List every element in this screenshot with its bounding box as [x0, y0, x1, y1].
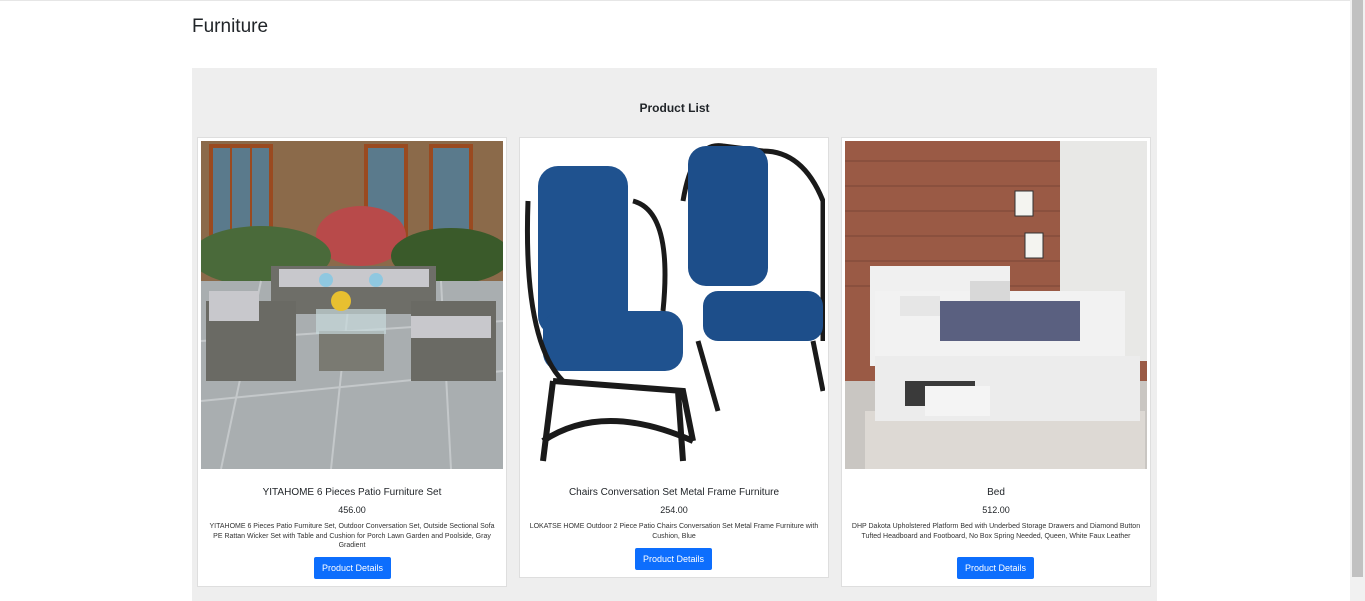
product-price: 254.00 [660, 505, 688, 515]
product-name: Bed [987, 487, 1005, 498]
blue-rocking-chairs-image [523, 141, 825, 469]
product-details-button[interactable]: Product Details [635, 548, 713, 570]
product-name: Chairs Conversation Set Metal Frame Furn… [568, 487, 780, 498]
product-price: 512.00 [982, 505, 1010, 515]
patio-furniture-image [201, 141, 503, 469]
product-description: YITAHOME 6 Pieces Patio Furniture Set, O… [209, 523, 495, 549]
product-name: YITAHOME 6 Pieces Patio Furniture Set [262, 487, 442, 498]
vertical-scrollbar[interactable] [1350, 0, 1365, 601]
scrollbar-thumb[interactable] [1352, 0, 1363, 577]
product-details-button[interactable]: Product Details [957, 557, 1035, 579]
product-card: YITAHOME 6 Pieces Patio Furniture Set 45… [197, 137, 507, 587]
white-bed-image [845, 141, 1147, 469]
product-details-button[interactable]: Product Details [314, 557, 392, 579]
product-price: 456.00 [338, 505, 366, 515]
product-description: LOKATSE HOME Outdoor 2 Piece Patio Chair… [529, 523, 819, 540]
product-card: Bed 512.00 DHP Dakota Upholstered Platfo… [841, 137, 1151, 587]
product-description: DHP Dakota Upholstered Platform Bed with… [851, 523, 1141, 540]
product-list-title: Product List [639, 101, 710, 115]
product-card: Chairs Conversation Set Metal Frame Furn… [519, 137, 829, 578]
top-divider [0, 0, 1350, 1]
page-title: Furniture [192, 16, 269, 37]
product-list-panel: Product List YITAHOME 6 Pieces Patio Fur… [192, 68, 1157, 601]
